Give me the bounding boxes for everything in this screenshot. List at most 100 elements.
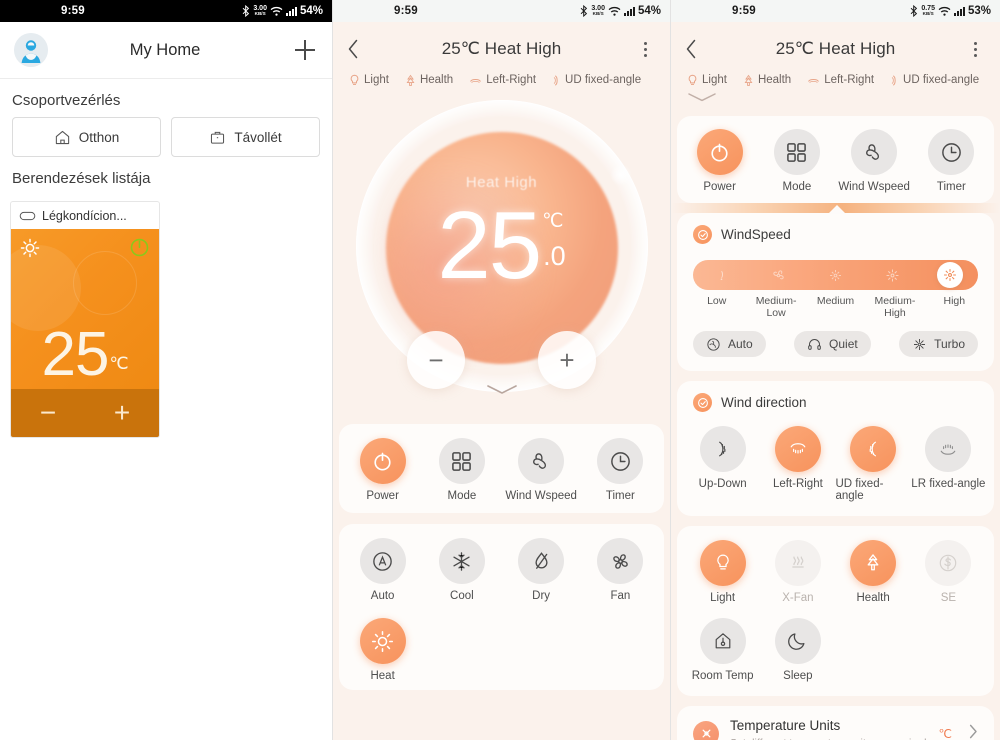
- control-mode[interactable]: Mode: [422, 438, 501, 502]
- group-control-label: Csoportvezérlés: [12, 92, 121, 109]
- sun-icon: [20, 238, 40, 263]
- function-slot-empty-1: [836, 618, 911, 682]
- windspeed-node-medium-low[interactable]: [750, 267, 807, 284]
- function-sleep[interactable]: Sleep: [760, 618, 835, 682]
- windspeed-pill-quiet[interactable]: Quiet: [794, 331, 871, 357]
- control-timer[interactable]: Timer: [581, 438, 660, 502]
- back-button[interactable]: [347, 39, 369, 59]
- windspeed-label-1: Medium-Low: [755, 295, 797, 319]
- grid-icon: [438, 438, 485, 484]
- plus-icon: +: [559, 344, 575, 375]
- ac-header: 25℃ Heat High Light Health Left-Right UD…: [671, 22, 1000, 108]
- temperature-dial[interactable]: Heat High 25 ℃ .0 − +: [333, 88, 670, 424]
- temp-increase-button[interactable]: +: [538, 331, 596, 389]
- windspeed-node-high[interactable]: [921, 262, 978, 288]
- function-light-label: Light: [710, 592, 736, 604]
- clock-icon: [928, 129, 975, 175]
- wind-dir-lr-fixed-label: LR fixed-angle: [911, 478, 986, 490]
- temperature-units-card[interactable]: Temperature Units Set different temperat…: [677, 706, 994, 740]
- control-power[interactable]: Power: [681, 129, 758, 193]
- control-power-label: Power: [703, 181, 736, 193]
- function-room-temp[interactable]: Room Temp: [685, 618, 760, 682]
- wind-direction-header: Wind direction: [677, 381, 994, 412]
- chip-light: Light: [349, 72, 389, 88]
- device-power-icon[interactable]: [130, 238, 149, 262]
- control-power[interactable]: Power: [343, 438, 422, 502]
- bluetooth-icon: [580, 5, 588, 17]
- windspeed-node-medium-high[interactable]: [864, 267, 921, 284]
- mode-fan[interactable]: Fan: [581, 538, 660, 602]
- device-temp-plus-button[interactable]: +: [85, 389, 159, 437]
- wind-dir-ud-fixed[interactable]: UD fixed-angle: [836, 426, 911, 502]
- device-card-ac[interactable]: Légkondícion... 25℃ − +: [10, 201, 160, 438]
- windspeed-node-low[interactable]: [693, 267, 750, 284]
- device-card-name: Légkondícion...: [42, 208, 127, 223]
- swing-lr-icon: [470, 78, 482, 83]
- check-circle-icon: [693, 393, 712, 412]
- control-wind-speed-label: Wind Wspeed: [505, 490, 577, 502]
- control-mode-label: Mode: [782, 181, 812, 193]
- more-vertical-icon[interactable]: [634, 41, 656, 57]
- device-temp-value: 25: [41, 320, 109, 390]
- chip-ud-fixed: UD fixed-angle: [552, 72, 641, 88]
- ac-title: 25℃ Heat High: [775, 39, 896, 58]
- group-button-away[interactable]: Távollét: [171, 117, 320, 157]
- fan-blades-icon: [851, 129, 898, 175]
- mode-row-secondary: Heat: [343, 618, 660, 682]
- swing-lr-icon: [808, 78, 820, 83]
- room-temp-icon: [699, 618, 746, 664]
- chip-left-right: Left-Right: [807, 72, 874, 88]
- device-card-body: 25℃: [11, 229, 159, 389]
- temperature-units-row[interactable]: Temperature Units Set different temperat…: [677, 706, 994, 740]
- swing-ud-icon: [699, 426, 746, 472]
- control-wind-speed[interactable]: Wind Wspeed: [836, 129, 913, 193]
- back-button[interactable]: [685, 39, 707, 59]
- wind-dir-left-right[interactable]: Left-Right: [760, 426, 835, 502]
- control-wind-speed[interactable]: Wind Wspeed: [502, 438, 581, 502]
- mode-cool[interactable]: Cool: [422, 538, 501, 602]
- windspeed-pill-turbo[interactable]: Turbo: [899, 331, 978, 357]
- group-button-home[interactable]: Otthon: [12, 117, 161, 157]
- mode-auto[interactable]: Auto: [343, 538, 422, 602]
- ac-title: 25℃ Heat High: [441, 39, 562, 58]
- device-temp-minus-button[interactable]: −: [11, 389, 85, 437]
- wind-dir-up-down[interactable]: Up-Down: [685, 426, 760, 502]
- mode-slot-empty-3: [581, 618, 660, 682]
- temp-decrease-button[interactable]: −: [407, 331, 465, 389]
- functions-row-2: Room Temp Sleep: [677, 604, 994, 696]
- swing-lr-fixed-icon: [925, 426, 972, 472]
- mode-auto-label: Auto: [370, 590, 395, 602]
- tree-icon: [406, 74, 415, 86]
- collapse-panel-button[interactable]: [485, 383, 519, 401]
- windspeed-label-4: High: [943, 295, 966, 307]
- windspeed-pill-auto[interactable]: Auto: [693, 331, 766, 357]
- add-device-button[interactable]: [292, 37, 318, 63]
- wind-dir-lr-fixed[interactable]: LR fixed-angle: [911, 426, 986, 502]
- function-health[interactable]: Health: [836, 540, 911, 604]
- status-time: 9:59: [61, 5, 85, 17]
- wind-direction-title: Wind direction: [721, 395, 807, 410]
- wind-low-icon: [720, 270, 723, 280]
- control-timer[interactable]: Timer: [913, 129, 990, 193]
- function-se[interactable]: SE: [911, 540, 986, 604]
- function-slot-empty-2: [911, 618, 986, 682]
- bulb-icon: [688, 74, 697, 85]
- function-light[interactable]: Light: [685, 540, 760, 604]
- windspeed-node-medium[interactable]: [807, 267, 864, 284]
- panel-ac-settings: 9:59 0.75 KB/S 53% 25℃ Heat High Light H…: [671, 0, 1000, 740]
- fan-icon: [597, 538, 644, 584]
- windspeed-slider[interactable]: [693, 260, 978, 290]
- mode-dry[interactable]: Dry: [502, 538, 581, 602]
- home-header: My Home: [0, 22, 332, 79]
- windspeed-slider-thumb[interactable]: [936, 262, 963, 288]
- chevron-down-icon: [486, 385, 517, 394]
- control-mode[interactable]: Mode: [758, 129, 835, 193]
- chip-health-label: Health: [419, 74, 454, 86]
- wind-dir-up-down-label: Up-Down: [698, 478, 747, 490]
- chip-ud-fixed-label: UD fixed-angle: [565, 74, 642, 86]
- more-vertical-icon[interactable]: [964, 41, 986, 57]
- mode-heat[interactable]: Heat: [343, 618, 422, 682]
- control-mode-label: Mode: [447, 490, 477, 502]
- function-xfan[interactable]: X-Fan: [760, 540, 835, 604]
- expand-dial-button[interactable]: [685, 90, 986, 108]
